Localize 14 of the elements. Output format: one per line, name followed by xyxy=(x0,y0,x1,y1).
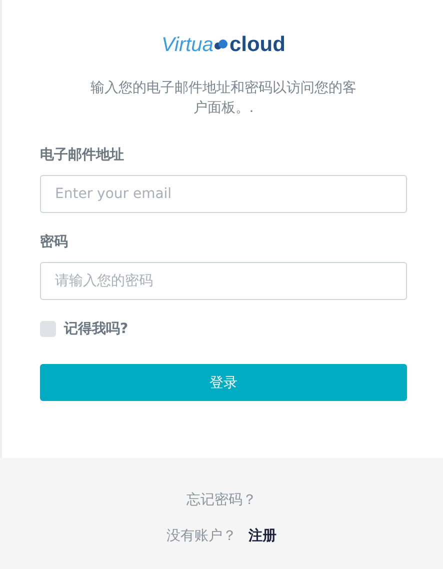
no-account-text: 没有账户？ xyxy=(166,527,236,545)
field-label: 密码 xyxy=(40,233,69,251)
input-field[interactable]: Enter your email xyxy=(40,175,407,213)
logo-text: Virtua xyxy=(162,34,214,56)
logo-text: cloud xyxy=(229,33,286,57)
forgot-password-link[interactable]: 忘记密码？ xyxy=(186,491,256,509)
remember-label[interactable]: 记得我吗? xyxy=(64,320,128,338)
remember-checkbox[interactable] xyxy=(40,321,56,337)
input-field[interactable]: 请输入您的密码 xyxy=(40,262,407,300)
register-link[interactable]: 注册 xyxy=(248,527,276,545)
cloud-icon xyxy=(214,39,228,51)
login-button[interactable]: 登录 xyxy=(40,364,407,401)
intro-text: 输入您的电子邮件地址和密码以访问您的客户面板。. xyxy=(90,79,358,118)
field-label: 电子邮件地址 xyxy=(40,146,125,164)
